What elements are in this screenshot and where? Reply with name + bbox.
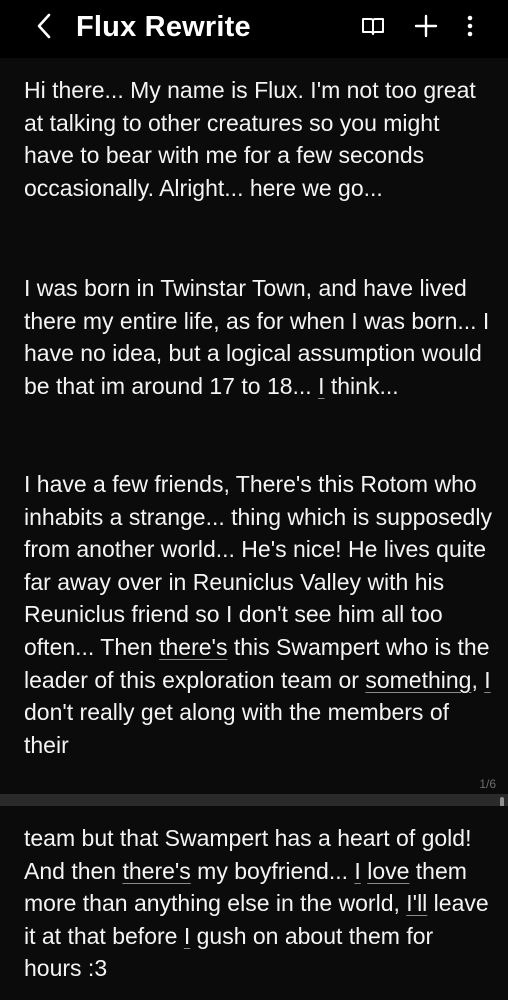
page-title: Flux Rewrite — [76, 11, 251, 43]
spellcheck-underlined-word[interactable]: something — [365, 667, 471, 693]
document-page-1[interactable]: Hi there... My name is Flux. I'm not too… — [0, 58, 508, 794]
more-options-button[interactable] — [452, 10, 488, 46]
paragraph-intro: Hi there... My name is Flux. I'm not too… — [24, 77, 476, 201]
spellcheck-underlined-word[interactable]: I — [354, 858, 360, 884]
reader-mode-icon — [361, 15, 385, 42]
back-button[interactable] — [26, 10, 62, 46]
spellcheck-underlined-word[interactable]: I'll — [406, 890, 427, 916]
page-number-indicator: 1/6 — [479, 777, 496, 791]
more-vertical-icon — [466, 14, 474, 43]
paragraph-birthplace: I was born in Twinstar Town, and have li… — [24, 275, 490, 399]
spellcheck-underlined-word[interactable]: there's — [159, 634, 227, 660]
paragraph-friends: I have a few friends, There's this Rotom… — [24, 471, 492, 758]
notes-app: Flux Rewrite Hi there... My name is Flux… — [0, 0, 508, 1000]
spellcheck-underlined-word[interactable]: there's — [122, 858, 190, 884]
paragraph-continued: team but that Swampert has a heart of go… — [24, 825, 489, 982]
spellcheck-underlined-word[interactable]: I — [484, 667, 490, 693]
document-page-2[interactable]: team but that Swampert has a heart of go… — [0, 806, 508, 1000]
reader-mode-button[interactable] — [355, 10, 391, 46]
add-icon — [414, 14, 438, 43]
app-header: Flux Rewrite — [0, 0, 508, 56]
spellcheck-underlined-word[interactable]: love — [367, 858, 409, 884]
add-button[interactable] — [408, 10, 444, 46]
page-separator — [0, 794, 508, 806]
back-icon — [36, 12, 52, 45]
